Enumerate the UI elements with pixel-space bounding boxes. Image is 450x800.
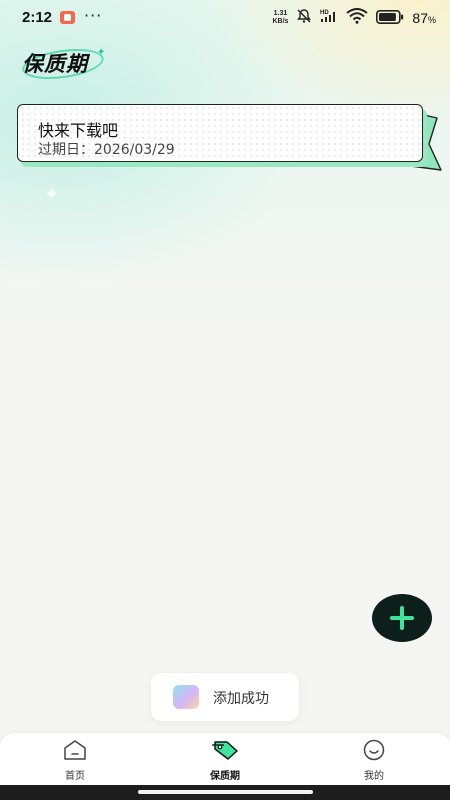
smile-icon	[363, 739, 385, 761]
toast-notification: 添加成功	[151, 673, 299, 721]
gesture-bar-area	[0, 785, 450, 800]
nav-item-mine[interactable]: 我的	[329, 739, 419, 782]
screen-record-icon	[60, 11, 75, 24]
expiry-label: 过期日：	[38, 142, 94, 158]
status-time: 2:12	[22, 9, 53, 26]
mute-bell-icon	[296, 8, 312, 28]
tag-icon	[212, 741, 238, 760]
plus-icon	[390, 606, 414, 630]
toast-message: 添加成功	[213, 691, 269, 707]
battery-percent: 87%	[412, 10, 436, 26]
add-item-button[interactable]	[372, 594, 432, 642]
battery-icon	[376, 9, 404, 28]
network-speed-value: 1.31	[273, 10, 288, 17]
nav-item-home[interactable]: 首页	[30, 739, 120, 782]
nav-label-shelf-life: 保质期	[210, 771, 240, 782]
app-icon	[173, 685, 199, 709]
bottom-nav: 首页 保质期 我的	[0, 733, 450, 785]
hd-signal-icon: HD	[320, 8, 338, 28]
nav-label-mine: 我的	[364, 771, 384, 782]
item-expiry: 过期日：2026/03/29	[38, 139, 175, 159]
item-name: 快来下载吧	[38, 121, 119, 140]
more-notifications-icon: ···	[84, 6, 103, 25]
home-icon	[64, 740, 86, 760]
status-bar: 2:12 ··· 1.31 KB/s HD 87%	[0, 0, 450, 36]
nav-item-shelf-life[interactable]: 保质期	[180, 739, 270, 782]
expiry-date: 2026/03/29	[94, 142, 175, 158]
app-logo: 保质期	[22, 52, 88, 76]
logo-sparkle-icon: ✦	[97, 47, 106, 58]
item-card-body[interactable]: 快来下载吧 过期日：2026/03/29	[17, 104, 423, 162]
wifi-icon	[346, 8, 369, 28]
network-speed: 1.31 KB/s	[272, 10, 288, 26]
sparkle-decoration-icon: ✦	[44, 184, 60, 205]
svg-text:HD: HD	[320, 10, 329, 16]
status-icons: 1.31 KB/s HD 87%	[272, 8, 436, 28]
item-card[interactable]: 快来下载吧 过期日：2026/03/29	[17, 104, 442, 171]
battery-percent-unit: %	[427, 15, 436, 25]
nav-label-home: 首页	[65, 771, 85, 782]
battery-percent-value: 87	[412, 10, 428, 26]
gesture-handle[interactable]	[138, 790, 313, 794]
network-speed-unit: KB/s	[272, 18, 289, 25]
